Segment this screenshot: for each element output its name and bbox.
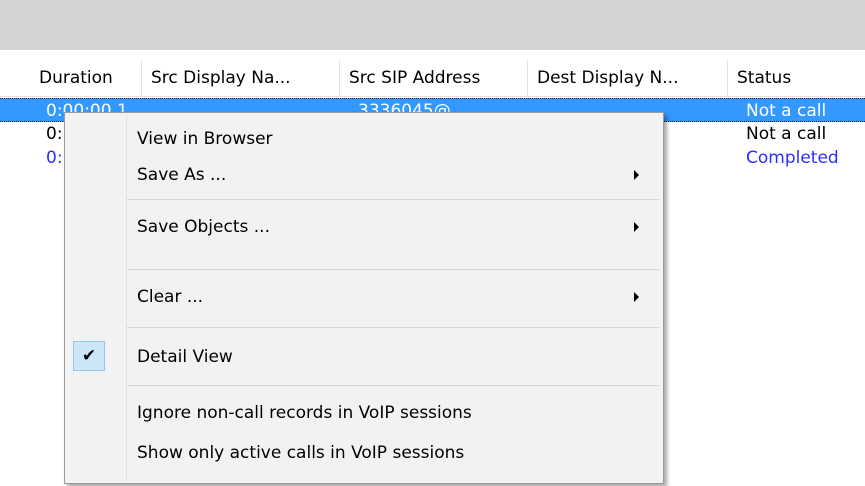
status-cell: Completed	[746, 148, 839, 168]
chevron-right-icon	[634, 170, 639, 180]
menu-item-label: Detail View	[137, 347, 233, 367]
menu-item-ignore-non-call-records[interactable]: Ignore non-call records in VoIP sessions	[67, 395, 661, 431]
column-header-status[interactable]: Status	[728, 60, 865, 96]
menu-item-save-objects[interactable]: Save Objects ...	[67, 209, 661, 245]
chevron-right-icon	[634, 292, 639, 302]
menu-item-clear[interactable]: Clear ...	[67, 279, 661, 315]
status-cell: Not a call	[746, 101, 827, 121]
menu-item-label: Clear ...	[137, 287, 204, 307]
menu-item-label: Show only active calls in VoIP sessions	[137, 443, 465, 463]
menu-item-label: Ignore non-call records in VoIP sessions	[137, 403, 472, 423]
menu-separator	[127, 327, 659, 328]
menu-separator	[127, 199, 659, 200]
menu-item-detail-view[interactable]: ✔ Detail View	[67, 339, 661, 375]
column-header-src-sip-address[interactable]: Src SIP Address	[340, 60, 528, 96]
menu-separator	[127, 385, 659, 386]
chevron-right-icon	[634, 222, 639, 232]
menu-item-show-only-active-calls[interactable]: Show only active calls in VoIP sessions	[67, 435, 661, 471]
table-header: Duration Src Display Na... Src SIP Addre…	[0, 60, 865, 97]
column-header-src-display-name[interactable]: Src Display Na...	[142, 60, 340, 96]
checkmark-icon: ✔	[73, 341, 105, 371]
menu-item-label: Save As ...	[137, 165, 227, 185]
menu-item-label: View in Browser	[137, 129, 273, 149]
duration-cell: 0:	[46, 148, 63, 168]
menu-item-save-as[interactable]: Save As ...	[67, 157, 661, 193]
column-header-duration[interactable]: Duration	[30, 60, 142, 96]
menu-item-label: Save Objects ...	[137, 217, 270, 237]
column-header-dest-display-name[interactable]: Dest Display N...	[528, 60, 728, 96]
toolbar-area	[0, 0, 865, 50]
menu-item-view-in-browser[interactable]: View in Browser	[67, 121, 661, 157]
menu-separator	[127, 269, 659, 270]
status-cell: Not a call	[746, 124, 827, 144]
context-menu: View in Browser Save As ... Save Objects…	[64, 112, 664, 484]
duration-cell: 0:	[46, 124, 63, 144]
